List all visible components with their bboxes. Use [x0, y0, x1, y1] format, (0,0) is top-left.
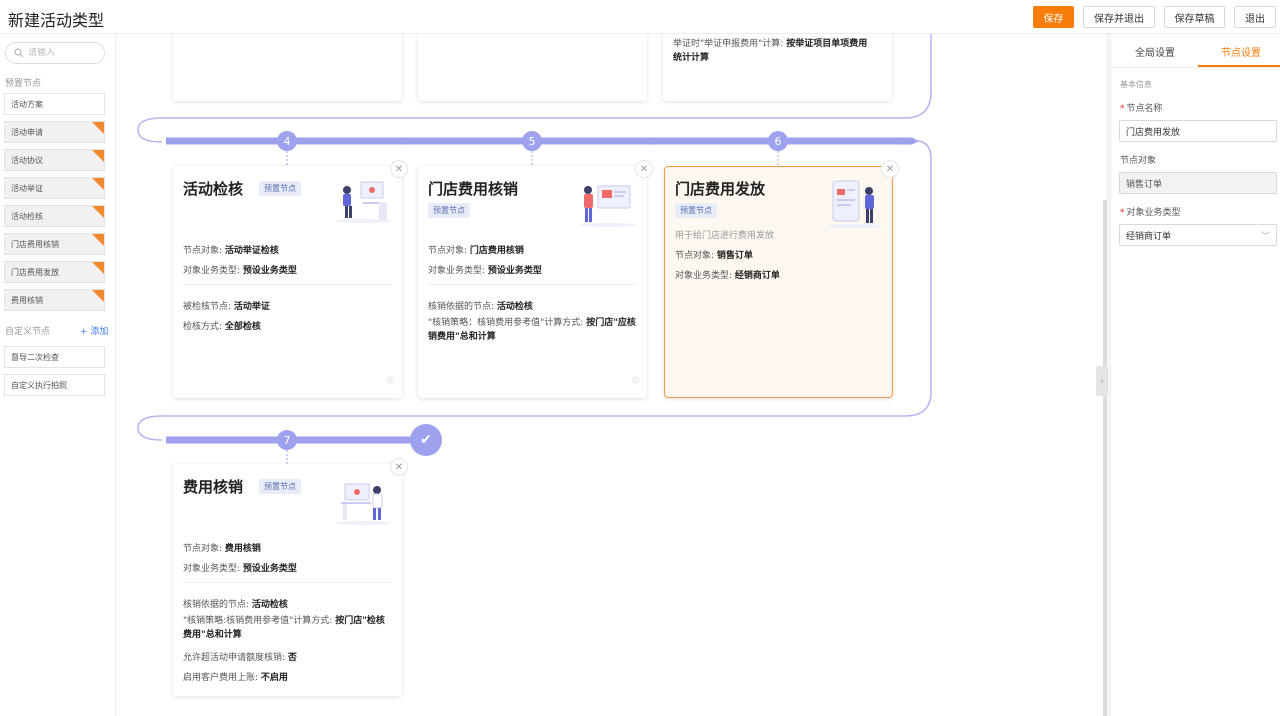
card-field-node-object: 节点对象: 活动举证检核: [183, 246, 279, 256]
node-object-label: 节点对象: [1120, 156, 1157, 166]
used-flag-icon: [92, 262, 104, 274]
partial-card-line-1: 举证时"举证申报费用"计算: 按举证项目单项费用: [673, 39, 868, 49]
page-title: 新建活动类型: [8, 11, 105, 30]
custom-node-supervisor-check[interactable]: 督导二次检查: [4, 346, 105, 368]
tab-node-settings[interactable]: 节点设置: [1221, 44, 1261, 59]
preset-tag: 预置节点: [259, 181, 301, 196]
node-name-label: * 节点名称: [1120, 104, 1163, 114]
card-field-strategy: "核销策略:核销费用参考值"计算方式: 按门店"检核费用"总和计算: [183, 616, 385, 640]
card-field-over-limit: 允许超活动申请额度核销: 否: [183, 653, 297, 663]
preset-nodes-label: 预置节点: [5, 79, 42, 89]
fee-verify-illustration-icon: [580, 185, 636, 227]
preset-node-activity-apply[interactable]: 活动申请: [4, 121, 105, 143]
node-object-field: 销售订单: [1119, 172, 1277, 194]
node-card-activity-check[interactable]: 活动检核 预置节点 节点对象: 活动举证检核 对象业务类型: 预设业务类型 被检…: [173, 166, 402, 398]
add-custom-node-link[interactable]: + 添加: [80, 324, 108, 337]
tab-global-settings[interactable]: 全局设置: [1135, 44, 1175, 59]
search-input[interactable]: [28, 48, 98, 58]
card-field-customer-account: 启用客户费用上账: 不启用: [183, 673, 288, 683]
remove-card-close-icon[interactable]: ✕: [390, 160, 408, 178]
node-palette: 预置节点 活动方案 活动申请 活动协议 活动举证 活动检核 门店费用核销 门店费…: [0, 34, 116, 716]
card-field-strategy: "核销策略：核销费用参考值"计算方式: 按门店"应核销费用"总和计算: [428, 318, 636, 342]
step-number-4: 4: [277, 131, 297, 151]
card-field-node-object: 节点对象: 销售订单: [675, 251, 753, 261]
card-field-node-object: 节点对象: 费用核销: [183, 544, 261, 554]
card-divider: [428, 284, 636, 285]
preset-node-activity-agreement[interactable]: 活动协议: [4, 149, 105, 171]
save-button[interactable]: 保存: [1033, 6, 1074, 28]
preview-icon[interactable]: ⌾: [632, 373, 639, 388]
fee-verify-illustration-icon: [335, 483, 391, 525]
partial-card-2[interactable]: [418, 34, 647, 101]
save-and-exit-button[interactable]: 保存并退出: [1083, 6, 1155, 28]
card-field-biz-type: 对象业务类型: 预设业务类型: [183, 266, 297, 276]
preset-node-activity-plan[interactable]: 活动方案: [4, 93, 105, 115]
node-card-store-fee-issue[interactable]: 门店费用发放 预置节点 用于给门店进行费用发放 节点对象: 销售订单 对象业务类…: [664, 166, 893, 398]
card-field-basis-node: 核销依据的节点: 活动检核: [428, 302, 533, 312]
card-divider: [183, 582, 391, 583]
fee-issue-illustration-icon: [827, 180, 883, 228]
card-field-check-method: 检核方式: 全部检核: [183, 322, 261, 332]
biz-type-label: * 对象业务类型: [1120, 208, 1181, 218]
settings-panel: 全局设置 节点设置 基本信息 * 节点名称 门店费用发放 节点对象 销售订单 * 对…: [1110, 34, 1280, 716]
flow-end-check-icon: ✔: [410, 424, 442, 456]
card-field-biz-type: 对象业务类型: 预设业务类型: [183, 564, 297, 574]
section-title-basic-info: 基本信息: [1120, 80, 1152, 89]
preset-node-store-fee-verify[interactable]: 门店费用核销: [4, 233, 105, 255]
preset-tag: 预置节点: [428, 203, 470, 218]
used-flag-icon: [92, 234, 104, 246]
collapse-panel-icon[interactable]: ›: [1096, 366, 1108, 396]
header-bar: 新建活动类型 保存 保存并退出 保存草稿 退出: [0, 0, 1280, 34]
preview-icon[interactable]: ⌾: [387, 373, 394, 388]
save-draft-button[interactable]: 保存草稿: [1164, 6, 1225, 28]
biz-type-select[interactable]: 经销商订单 ﹀: [1119, 224, 1277, 246]
custom-nodes-label: 自定义节点: [5, 327, 51, 337]
remove-card-close-icon[interactable]: ✕: [390, 458, 408, 476]
required-mark: *: [1120, 104, 1125, 114]
used-flag-icon: [92, 150, 104, 162]
step-number-5: 5: [522, 131, 542, 151]
preset-node-activity-check[interactable]: 活动检核: [4, 205, 105, 227]
partial-card-line-2: 统计计算: [673, 53, 710, 63]
preset-tag: 预置节点: [675, 203, 717, 218]
card-field-basis-node: 核销依据的节点: 活动检核: [183, 600, 288, 610]
preset-node-activity-proof[interactable]: 活动举证: [4, 177, 105, 199]
custom-node-custom-photo[interactable]: 自定义执行拍照: [4, 374, 105, 396]
preset-node-store-fee-issue[interactable]: 门店费用发放: [4, 261, 105, 283]
card-title: 门店费用发放: [675, 180, 766, 198]
card-field-biz-type: 对象业务类型: 预设业务类型: [428, 266, 542, 276]
exit-button[interactable]: 退出: [1234, 6, 1276, 28]
used-flag-icon: [92, 122, 104, 134]
card-title: 门店费用核销: [428, 180, 519, 198]
used-flag-icon: [92, 290, 104, 302]
chevron-down-icon: ﹀: [1260, 232, 1270, 242]
card-field-node-object: 节点对象: 门店费用核销: [428, 246, 524, 256]
flow-canvas[interactable]: 举证时"举证申报费用"计算: 按举证项目单项费用 统计计算 4 5 6 7 ✔ …: [116, 34, 1106, 716]
checking-illustration-icon: [335, 181, 391, 223]
card-divider: [183, 284, 391, 285]
node-name-input[interactable]: 门店费用发放: [1119, 120, 1277, 142]
step-number-7: 7: [277, 430, 297, 450]
card-field-checked-node: 被检核节点: 活动举证: [183, 302, 270, 312]
card-title: 费用核销: [183, 478, 244, 496]
preset-node-fee-verify[interactable]: 费用核销: [4, 289, 105, 311]
search-box[interactable]: [5, 42, 105, 64]
preset-tag: 预置节点: [259, 479, 301, 494]
partial-card-1[interactable]: [173, 34, 402, 101]
card-description: 用于给门店进行费用发放: [675, 231, 775, 241]
used-flag-icon: [92, 206, 104, 218]
search-icon: [14, 48, 24, 58]
node-card-fee-verify[interactable]: 费用核销 预置节点 节点对象: 费用核销 对象业务类型: 预设业务类型 核销依据…: [173, 464, 402, 696]
tab-divider: [1111, 67, 1280, 68]
card-field-biz-type: 对象业务类型: 经销商订单: [675, 271, 780, 281]
remove-card-close-icon[interactable]: ✕: [635, 160, 653, 178]
remove-card-close-icon[interactable]: ✕: [881, 160, 899, 178]
panel-splitter[interactable]: [1103, 200, 1107, 716]
required-mark: *: [1120, 208, 1125, 218]
node-card-store-fee-verify[interactable]: 门店费用核销 预置节点 节点对象: 门店费用核销 对象业务类型: 预设业务类型 …: [418, 166, 647, 398]
step-number-6: 6: [768, 131, 788, 151]
card-title: 活动检核: [183, 180, 244, 198]
partial-card-3[interactable]: 举证时"举证申报费用"计算: 按举证项目单项费用 统计计算: [663, 34, 892, 101]
used-flag-icon: [92, 178, 104, 190]
